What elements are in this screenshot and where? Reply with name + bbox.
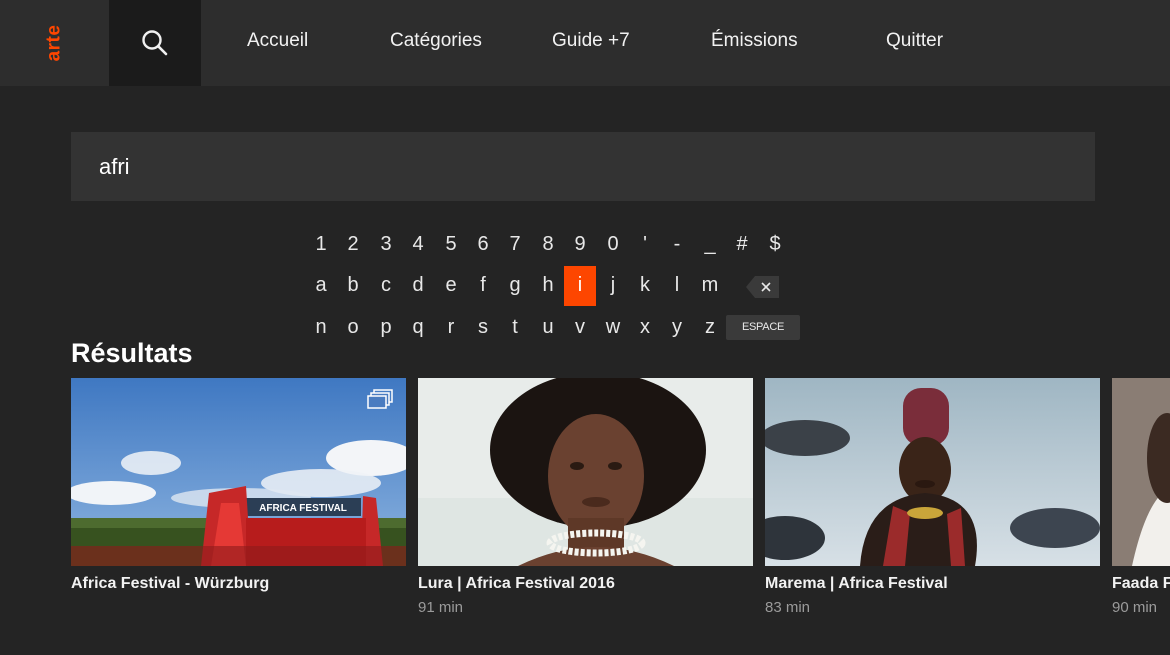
keyboard-key[interactable]: 9 (564, 225, 596, 265)
keyboard-key[interactable]: $ (759, 225, 791, 265)
keyboard-key[interactable]: 4 (402, 225, 434, 265)
keyboard-key[interactable]: w (597, 308, 629, 348)
keyboard-key[interactable]: v (564, 308, 596, 348)
keyboard-key[interactable]: n (305, 308, 337, 348)
keyboard-key[interactable]: 2 (337, 225, 369, 265)
nav-item-categories[interactable]: Catégories (390, 0, 482, 86)
keyboard-key[interactable]: g (499, 266, 531, 306)
result-thumbnail (418, 378, 753, 566)
keyboard-key[interactable]: 3 (370, 225, 402, 265)
keyboard-key[interactable]: e (435, 266, 467, 306)
search-input[interactable]: afri (71, 132, 1095, 201)
keyboard-key[interactable]: b (337, 266, 369, 306)
keyboard-key[interactable]: ' (629, 225, 661, 265)
result-title: Marema | Africa Festival (765, 575, 948, 592)
result-duration: 91 min (418, 599, 464, 616)
keyboard-key[interactable]: o (337, 308, 369, 348)
keyboard-key[interactable]: z (694, 308, 726, 348)
result-title: Lura | Africa Festival 2016 (418, 575, 615, 592)
keyboard-key[interactable]: x (629, 308, 661, 348)
results-heading: Résultats (71, 338, 193, 368)
keyboard-key[interactable]: # (726, 225, 758, 265)
collection-icon (367, 389, 393, 409)
keyboard-key[interactable]: h (532, 266, 564, 306)
keyboard-key[interactable]: p (370, 308, 402, 348)
keyboard-key[interactable]: 8 (532, 225, 564, 265)
result-title: Faada Fr (1112, 575, 1170, 592)
keyboard-key[interactable]: k (629, 266, 661, 306)
backspace-key[interactable] (745, 275, 781, 299)
keyboard-key[interactable]: q (402, 308, 434, 348)
result-card[interactable]: Lura | Africa Festival 2016 91 min (418, 378, 753, 616)
keyboard-key[interactable]: f (467, 266, 499, 306)
nav-item-emissions[interactable]: Émissions (711, 0, 798, 86)
result-thumbnail: AFRICA FESTIVAL (71, 378, 406, 566)
logo-text: arte (43, 24, 65, 62)
search-icon (142, 30, 168, 56)
arte-logo[interactable]: arte (0, 0, 109, 86)
backspace-icon (746, 276, 779, 298)
keyboard-key[interactable]: - (661, 225, 693, 265)
keyboard-key[interactable]: l (661, 266, 693, 306)
keyboard-key[interactable]: m (694, 266, 726, 306)
keyboard-key[interactable]: 6 (467, 225, 499, 265)
keyboard-key[interactable]: u (532, 308, 564, 348)
result-duration: 90 min (1112, 599, 1158, 616)
keyboard-key[interactable]: i (564, 266, 596, 306)
keyboard-key[interactable]: y (661, 308, 693, 348)
search-tab[interactable] (109, 0, 201, 86)
space-key[interactable]: ESPACE (726, 315, 800, 340)
keyboard-key[interactable]: a (305, 266, 337, 306)
keyboard-key[interactable]: 7 (499, 225, 531, 265)
nav-item-accueil[interactable]: Accueil (247, 0, 308, 86)
keyboard-key[interactable]: 1 (305, 225, 337, 265)
keyboard-key[interactable]: j (597, 266, 629, 306)
top-navigation: arte Accueil Catégories Guide +7 Émissio… (0, 0, 1170, 86)
keyboard-key[interactable]: _ (694, 225, 726, 265)
nav-item-guide[interactable]: Guide +7 (552, 0, 630, 86)
nav-item-quitter[interactable]: Quitter (886, 0, 943, 86)
result-duration: 83 min (765, 599, 811, 616)
keyboard-key[interactable]: d (402, 266, 434, 306)
keyboard-key[interactable]: s (467, 308, 499, 348)
result-title: Africa Festival - Würzburg (71, 575, 270, 592)
keyboard-key[interactable]: r (435, 308, 467, 348)
keyboard-key[interactable]: t (499, 308, 531, 348)
result-thumbnail (765, 378, 1100, 566)
keyboard-key[interactable]: 0 (597, 225, 629, 265)
result-thumbnail (1112, 378, 1170, 566)
result-card[interactable]: AFRICA FESTIVAL Africa Festival - Würzbu… (71, 378, 406, 599)
result-card[interactable]: Faada Fr 90 min (1112, 378, 1170, 616)
keyboard-key[interactable]: c (370, 266, 402, 306)
keyboard-key[interactable]: 5 (435, 225, 467, 265)
banner-text: AFRICA FESTIVAL (259, 503, 347, 514)
result-card[interactable]: Marema | Africa Festival 83 min (765, 378, 1100, 616)
